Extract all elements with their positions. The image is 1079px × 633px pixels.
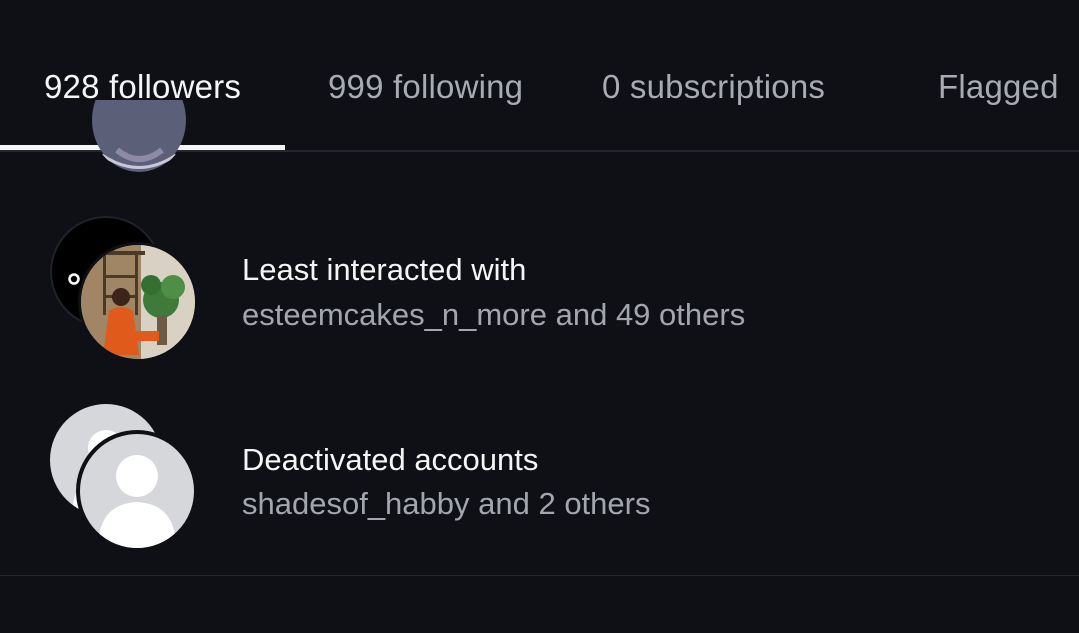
category-title: Least interacted with [242, 252, 527, 287]
tab-following[interactable]: 999 following [328, 68, 523, 106]
list-item-deactivated[interactable]: Deactivated accounts shadesof_habby and … [0, 400, 1079, 560]
avatar-placeholder-front [76, 430, 198, 552]
divider [0, 575, 1079, 576]
list-item-least-interacted[interactable]: Least interacted with esteemcakes_n_more… [0, 210, 1079, 370]
partial-avatar [92, 100, 186, 172]
category-title: Deactivated accounts [242, 442, 539, 477]
category-subtitle: shadesof_habby and 2 others [242, 486, 651, 521]
avatar-photo [78, 242, 198, 362]
tab-flagged[interactable]: Flagged [938, 68, 1059, 106]
tab-subscriptions[interactable]: 0 subscriptions [602, 68, 825, 106]
category-subtitle: esteemcakes_n_more and 49 others [242, 297, 746, 332]
